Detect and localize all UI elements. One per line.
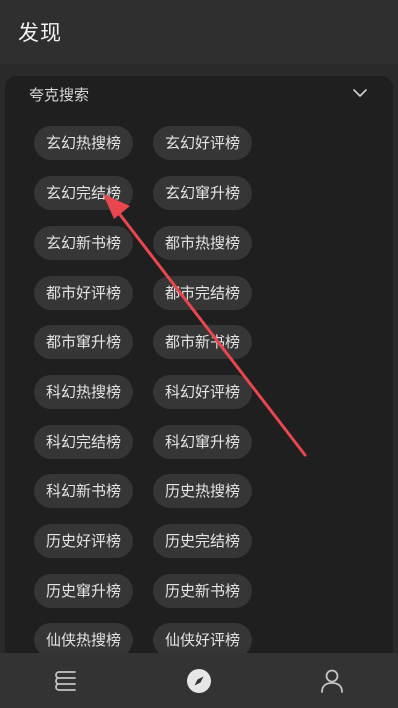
tag-item[interactable]: 科幻新书榜 <box>34 474 134 508</box>
tag-item[interactable]: 都市完结榜 <box>153 276 253 310</box>
tag-item[interactable]: 都市好评榜 <box>34 276 134 310</box>
tag-item[interactable]: 仙侠热搜榜 <box>34 623 134 657</box>
page-title: 发现 <box>18 21 62 45</box>
tag-item[interactable]: 玄幻好评榜 <box>153 126 253 160</box>
ranking-tag-list: 玄幻热搜榜 玄幻好评榜 玄幻完结榜 玄幻窜升榜 玄幻新书榜 都市热搜榜 都市好评… <box>5 76 393 676</box>
tag-item[interactable]: 历史窜升榜 <box>34 574 134 608</box>
tag-item[interactable]: 玄幻热搜榜 <box>34 126 134 160</box>
person-icon <box>321 669 343 693</box>
tag-item[interactable]: 历史热搜榜 <box>153 474 253 508</box>
quark-search-section: 夸克搜索 玄幻热搜榜 玄幻好评榜 玄幻完结榜 玄幻窜升榜 玄幻新书榜 都市热搜榜… <box>5 76 393 676</box>
tag-item[interactable]: 历史好评榜 <box>34 524 134 558</box>
tag-item[interactable]: 科幻完结榜 <box>34 425 134 459</box>
bookshelf-icon <box>55 670 76 691</box>
tag-item[interactable]: 玄幻窜升榜 <box>153 176 253 210</box>
tag-item[interactable]: 历史完结榜 <box>153 524 253 558</box>
nav-discover[interactable] <box>133 653 265 708</box>
tag-item[interactable]: 都市窜升榜 <box>34 325 134 359</box>
tag-item[interactable]: 科幻好评榜 <box>153 375 253 409</box>
tag-item[interactable]: 科幻窜升榜 <box>153 425 253 459</box>
nav-bookshelf[interactable] <box>0 653 132 708</box>
tag-item[interactable]: 玄幻新书榜 <box>34 226 134 260</box>
tag-item[interactable]: 科幻热搜榜 <box>34 375 134 409</box>
compass-icon <box>187 668 211 693</box>
tag-item[interactable]: 玄幻完结榜 <box>34 176 134 210</box>
nav-profile[interactable] <box>266 653 398 708</box>
bottom-navigation <box>0 653 398 708</box>
tag-item[interactable]: 历史新书榜 <box>153 574 253 608</box>
tag-item[interactable]: 都市热搜榜 <box>153 226 253 260</box>
tag-item[interactable]: 都市新书榜 <box>153 325 253 359</box>
top-app-bar: 发现 <box>0 0 398 64</box>
tag-item[interactable]: 仙侠好评榜 <box>153 623 253 657</box>
